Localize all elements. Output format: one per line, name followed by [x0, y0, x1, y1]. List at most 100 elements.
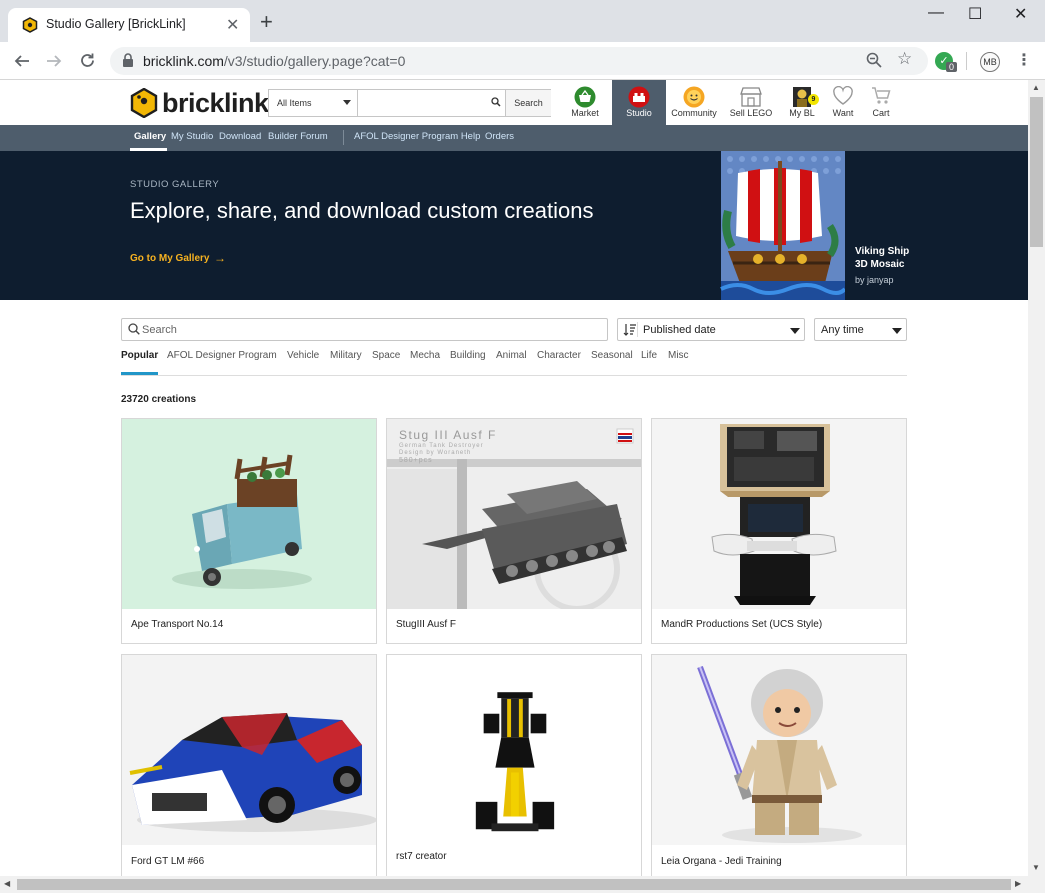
bookmark-star-icon[interactable]: ☆: [897, 49, 912, 69]
scroll-left-icon[interactable]: ◀: [4, 879, 10, 888]
back-arrow-icon[interactable]: [14, 53, 30, 69]
featured-mosaic-image[interactable]: [718, 151, 845, 300]
bricklink-logo-icon: [130, 88, 158, 118]
vertical-scrollbar[interactable]: ▲ ▼: [1028, 80, 1045, 876]
scroll-up-icon[interactable]: ▲: [1032, 83, 1040, 92]
nav-my-bl[interactable]: 9 My BL: [784, 80, 820, 125]
creation-thumbnail[interactable]: Stug III Ausf F German Tank Destroyer De…: [387, 419, 641, 609]
reload-icon[interactable]: [79, 52, 96, 69]
new-tab-icon[interactable]: +: [260, 11, 273, 33]
nav-market[interactable]: Market: [566, 80, 604, 125]
page-viewport: bricklink All Items Search Market Studio…: [0, 80, 1028, 876]
minimize-icon[interactable]: —: [928, 4, 944, 22]
tab-close-icon[interactable]: ✕: [226, 15, 239, 35]
gallery-search-input[interactable]: [142, 321, 602, 338]
bricklink-favicon-icon: [22, 17, 38, 33]
profile-avatar[interactable]: MB: [980, 52, 1000, 72]
creation-count: 23720 creations: [121, 394, 197, 405]
horizontal-scrollbar[interactable]: ◀ ▶: [0, 876, 1045, 893]
site-header: bricklink All Items Search Market Studio…: [0, 80, 1028, 125]
creation-card[interactable]: Leia Organa - Jedi Training: [651, 654, 907, 876]
nav-market-label: Market: [571, 108, 599, 118]
thumbnail-title: Stug III Ausf F: [399, 428, 497, 442]
subnav-gallery[interactable]: Gallery: [134, 131, 166, 142]
address-bar[interactable]: bricklink.com/v3/studio/gallery.page?cat…: [110, 47, 928, 75]
url-text: bricklink.com/v3/studio/gallery.page?cat…: [143, 53, 406, 69]
subnav-divider: [343, 130, 344, 145]
maximize-icon[interactable]: ☐: [968, 4, 982, 24]
tab-vehicle[interactable]: Vehicle: [287, 350, 319, 361]
nav-community[interactable]: Community: [670, 80, 718, 125]
item-category-select[interactable]: All Items: [269, 90, 358, 116]
creation-title[interactable]: MandR Productions Set (UCS Style): [661, 619, 822, 630]
tab-popular[interactable]: Popular: [121, 350, 158, 361]
creation-card[interactable]: Ford GT LM #66: [121, 654, 377, 876]
creation-thumbnail[interactable]: [387, 655, 641, 841]
tab-space[interactable]: Space: [372, 350, 400, 361]
search-icon: [128, 323, 140, 335]
forward-arrow-icon[interactable]: [46, 53, 62, 69]
creation-title[interactable]: Ford GT LM #66: [131, 856, 204, 867]
window-close-icon[interactable]: ✕: [1014, 4, 1027, 24]
creation-thumbnail[interactable]: [122, 655, 376, 845]
creation-title[interactable]: StugIII Ausf F: [396, 619, 456, 630]
creation-card[interactable]: Ape Transport No.14: [121, 418, 377, 644]
hero-banner: STUDIO GALLERY Explore, share, and downl…: [0, 151, 1028, 300]
tab-misc[interactable]: Misc: [668, 350, 689, 361]
browser-tab-title: Studio Gallery [BrickLink]: [46, 17, 186, 31]
nav-cart[interactable]: Cart: [866, 80, 896, 125]
creation-thumbnail[interactable]: [652, 655, 906, 845]
time-range-select[interactable]: Any time: [814, 318, 907, 341]
chevron-down-icon: [343, 100, 351, 105]
studio-brick-icon: [628, 86, 650, 108]
nav-want[interactable]: Want: [828, 80, 858, 125]
tab-mecha[interactable]: Mecha: [410, 350, 440, 361]
subnav-my-studio[interactable]: My Studio: [171, 131, 213, 142]
creation-thumbnail[interactable]: [122, 419, 376, 609]
sort-divider: [637, 322, 638, 337]
site-search-button[interactable]: Search: [505, 90, 551, 116]
hero-eyebrow: STUDIO GALLERY: [130, 179, 220, 190]
storefront-icon: [740, 87, 762, 107]
creation-card[interactable]: Stug III Ausf F German Tank Destroyer De…: [386, 418, 642, 644]
creation-card[interactable]: MandR Productions Set (UCS Style): [651, 418, 907, 644]
featured-author[interactable]: by janyap: [855, 275, 894, 285]
featured-title-line-1: Viking Ship: [855, 246, 910, 257]
smiley-icon: [683, 86, 705, 108]
tab-building[interactable]: Building: [450, 350, 486, 361]
arrow-right-icon[interactable]: →: [214, 251, 226, 265]
tab-seasonal[interactable]: Seasonal: [591, 350, 633, 361]
subnav-builder-forum[interactable]: Builder Forum: [268, 131, 328, 142]
scroll-down-icon[interactable]: ▼: [1032, 863, 1040, 872]
nav-studio-label: Studio: [626, 108, 652, 118]
nav-sell-lego[interactable]: Sell LEGO: [726, 80, 776, 125]
tab-animal[interactable]: Animal: [496, 350, 527, 361]
creation-card[interactable]: rst7 creator: [386, 654, 642, 876]
nav-community-label: Community: [671, 108, 717, 118]
horizontal-scroll-thumb[interactable]: [17, 879, 1011, 890]
subnav-download[interactable]: Download: [219, 131, 261, 142]
nav-mybl-label: My BL: [789, 108, 815, 118]
creation-thumbnail[interactable]: [652, 419, 906, 609]
tab-active-underline: [121, 372, 158, 375]
browser-toolbar: bricklink.com/v3/studio/gallery.page?cat…: [0, 42, 1045, 80]
site-search-input[interactable]: [359, 90, 504, 116]
go-to-my-gallery-link[interactable]: Go to My Gallery: [130, 253, 209, 264]
subnav-afol-help[interactable]: AFOL Designer Program Help: [354, 131, 480, 142]
tab-military[interactable]: Military: [330, 350, 362, 361]
tab-afol-designer-program[interactable]: AFOL Designer Program: [167, 350, 277, 361]
nav-sell-label: Sell LEGO: [729, 108, 773, 118]
creation-title[interactable]: Leia Organa - Jedi Training: [661, 856, 782, 867]
subnav-orders[interactable]: Orders: [485, 131, 514, 142]
creation-title[interactable]: Ape Transport No.14: [131, 619, 223, 630]
vertical-scroll-thumb[interactable]: [1030, 97, 1043, 247]
creation-title[interactable]: rst7 creator: [396, 851, 447, 862]
zoom-icon[interactable]: [865, 51, 883, 69]
tab-character[interactable]: Character: [537, 350, 581, 361]
browser-menu-icon[interactable]: ⋮: [1016, 50, 1032, 70]
scroll-right-icon[interactable]: ▶: [1015, 879, 1021, 888]
nav-studio[interactable]: Studio: [612, 80, 666, 125]
browser-tab[interactable]: Studio Gallery [BrickLink] ✕: [8, 8, 250, 42]
tab-life[interactable]: Life: [641, 350, 657, 361]
sort-select[interactable]: Published date: [617, 318, 805, 341]
